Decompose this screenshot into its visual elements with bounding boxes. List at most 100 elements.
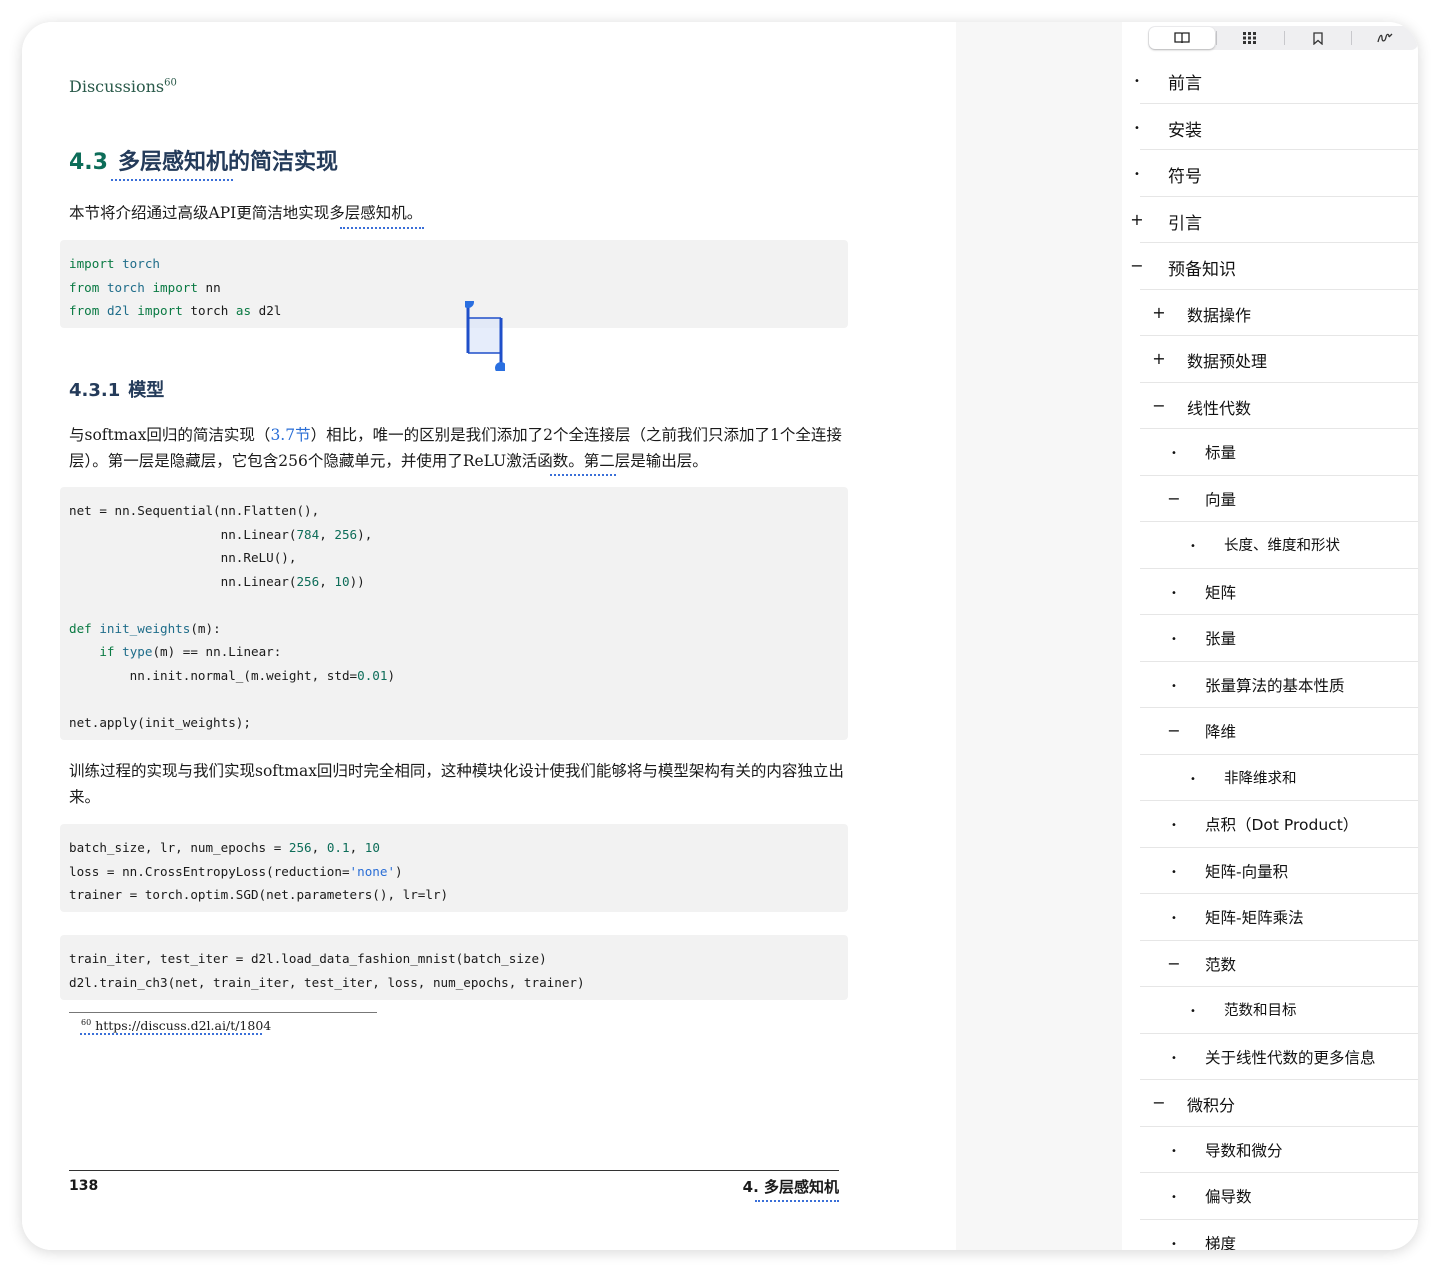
toc-item[interactable]: • 关于线性代数的更多信息	[1122, 1034, 1418, 1080]
code-token: import	[152, 279, 198, 295]
toc-item[interactable]: − 微积分	[1122, 1080, 1418, 1127]
code-token: import	[69, 256, 115, 271]
bullet-icon: •	[1171, 1145, 1177, 1157]
toc-item-label: 引言	[1168, 213, 1202, 234]
subsection-title: 模型	[128, 380, 165, 401]
code-token: def	[69, 620, 92, 636]
code-block-model[interactable]: net = nn.Sequential(nn.Flatten(), nn.Lin…	[60, 487, 848, 740]
tab-bookmarks[interactable]	[1285, 26, 1351, 50]
code-token: 256	[334, 526, 358, 542]
code-token: torch	[122, 256, 161, 271]
collapse-icon[interactable]: −	[1167, 954, 1181, 973]
toc-item[interactable]: − 降维	[1122, 708, 1418, 755]
code-token: torch	[106, 279, 145, 295]
annotation-icon	[1377, 33, 1393, 43]
toc-item-label: 非降维求和	[1224, 770, 1297, 787]
bullet-icon: •	[1134, 122, 1140, 134]
collapse-icon[interactable]: −	[1167, 722, 1181, 740]
code-token: nn	[197, 279, 221, 295]
code-token: ,	[311, 840, 327, 855]
toc-item[interactable]: • 张量算法的基本性质	[1122, 662, 1418, 708]
toc-item[interactable]: + 数据操作	[1122, 290, 1418, 336]
collapse-icon[interactable]: −	[1130, 257, 1144, 275]
footnote-link[interactable]: https://discuss.d2l.ai/t/1804	[95, 1018, 271, 1033]
tab-toc[interactable]	[1149, 27, 1216, 49]
toc-item[interactable]: − 线性代数	[1122, 383, 1418, 429]
toc-item[interactable]: • 矩阵-矩阵乘法	[1122, 894, 1418, 941]
discussions-link[interactable]: Discussions60	[69, 77, 177, 96]
toc-item[interactable]: • 矩阵	[1122, 569, 1418, 615]
book-icon	[1174, 32, 1190, 44]
code-token: d2l	[106, 303, 130, 318]
toc-item[interactable]: • 张量	[1122, 615, 1418, 662]
expand-icon[interactable]: +	[1152, 350, 1166, 368]
glossary-underline[interactable]	[111, 179, 233, 181]
toc-item-label: 向量	[1205, 490, 1237, 509]
section-link[interactable]: 3.7节	[270, 426, 310, 444]
toc-item-label: 矩阵-矩阵乘法	[1205, 909, 1304, 927]
book-page: Discussions60 4.3 多层感知机的简洁实现 本节将介绍通过高级API…	[22, 22, 956, 1250]
toc-item[interactable]: • 长度、维度和形状	[1122, 522, 1418, 569]
footnote-ref: 60	[164, 77, 177, 89]
expand-icon[interactable]: +	[1130, 210, 1144, 229]
code-token: nn.Linear(	[69, 573, 297, 589]
toc-item[interactable]: • 矩阵-向量积	[1122, 848, 1418, 894]
collapse-icon[interactable]: −	[1167, 489, 1181, 508]
toc-item[interactable]: − 预备知识	[1122, 243, 1418, 290]
toc-item[interactable]: + 数据预处理	[1122, 336, 1418, 383]
toc-item[interactable]: − 向量	[1122, 476, 1418, 522]
toc-item[interactable]: • 偏导数	[1122, 1173, 1418, 1220]
glossary-underline[interactable]	[340, 227, 424, 229]
toc-item[interactable]: • 点积（Dot Product）	[1122, 801, 1418, 848]
toc-item[interactable]: + 引言	[1122, 197, 1418, 243]
bullet-icon: •	[1171, 820, 1177, 831]
tab-thumbnails[interactable]	[1217, 26, 1283, 50]
toc-item-label: 线性代数	[1187, 398, 1252, 418]
code-token: 0.01	[357, 667, 388, 683]
collapse-icon[interactable]: −	[1152, 1094, 1166, 1112]
code-token: nn.Linear(	[69, 526, 297, 542]
glossary-underline[interactable]	[755, 1200, 839, 1202]
code-token: net = nn.Sequential(nn.Flatten(),	[69, 503, 320, 518]
collapse-icon[interactable]: −	[1152, 396, 1166, 415]
code-token: ,	[319, 573, 335, 589]
code-token: 'none'	[349, 863, 396, 879]
glossary-underline[interactable]	[550, 474, 616, 476]
toc-item[interactable]: • 非降维求和	[1122, 755, 1418, 801]
code-block-train[interactable]: train_iter, test_iter = d2l.load_data_fa…	[60, 935, 848, 1000]
toc-item[interactable]: − 范数	[1122, 941, 1418, 987]
footnote: 60 https://discuss.d2l.ai/t/1804	[81, 1018, 271, 1033]
code-token: )	[395, 863, 403, 879]
toc-item[interactable]: • 符号	[1122, 150, 1418, 197]
toc-item[interactable]: • 梯度	[1122, 1220, 1418, 1251]
code-token: (m) == nn.Linear:	[152, 644, 282, 659]
toc-item[interactable]: • 安装	[1122, 104, 1418, 150]
code-token: 10	[364, 840, 380, 855]
toc-item-label: 数据操作	[1187, 305, 1252, 325]
code-block-hyperparams[interactable]: batch_size, lr, num_epochs = 256, 0.1, 1…	[60, 824, 848, 912]
code-token: ,	[349, 840, 365, 855]
toc-item[interactable]: • 导数和微分	[1122, 1127, 1418, 1173]
model-paragraph-text: 与softmax回归的简洁实现（	[69, 426, 271, 444]
tab-annotations[interactable]	[1352, 26, 1418, 50]
code-block-imports[interactable]: import torch from torch import nn from d…	[60, 240, 848, 328]
code-token: loss = nn.CrossEntropyLoss(reduction=	[69, 863, 350, 879]
bullet-icon: •	[1171, 913, 1177, 924]
code-token: from	[69, 303, 100, 318]
selection-handle-icon[interactable]	[465, 301, 505, 371]
toc-item-label: 矩阵-向量积	[1205, 862, 1289, 881]
toc-item[interactable]: • 范数和目标	[1122, 987, 1418, 1034]
chapter-title: 4. 多层感知机	[742, 1178, 839, 1196]
bullet-icon: •	[1190, 1006, 1196, 1017]
discussions-label: Discussions	[69, 77, 165, 96]
section-number: 4.3	[69, 150, 108, 175]
train-paragraph: 训练过程的实现与我们实现softmax回归时完全相同，这种模块化设计使我们能够将…	[69, 762, 844, 806]
toc-item-label: 点积（Dot Product）	[1205, 816, 1359, 834]
toc-item[interactable]: • 标量	[1122, 429, 1418, 476]
code-token: )	[387, 667, 396, 683]
expand-icon[interactable]: +	[1152, 303, 1166, 322]
bullet-icon: •	[1134, 76, 1140, 87]
toc-item[interactable]: • 前言	[1122, 57, 1418, 104]
